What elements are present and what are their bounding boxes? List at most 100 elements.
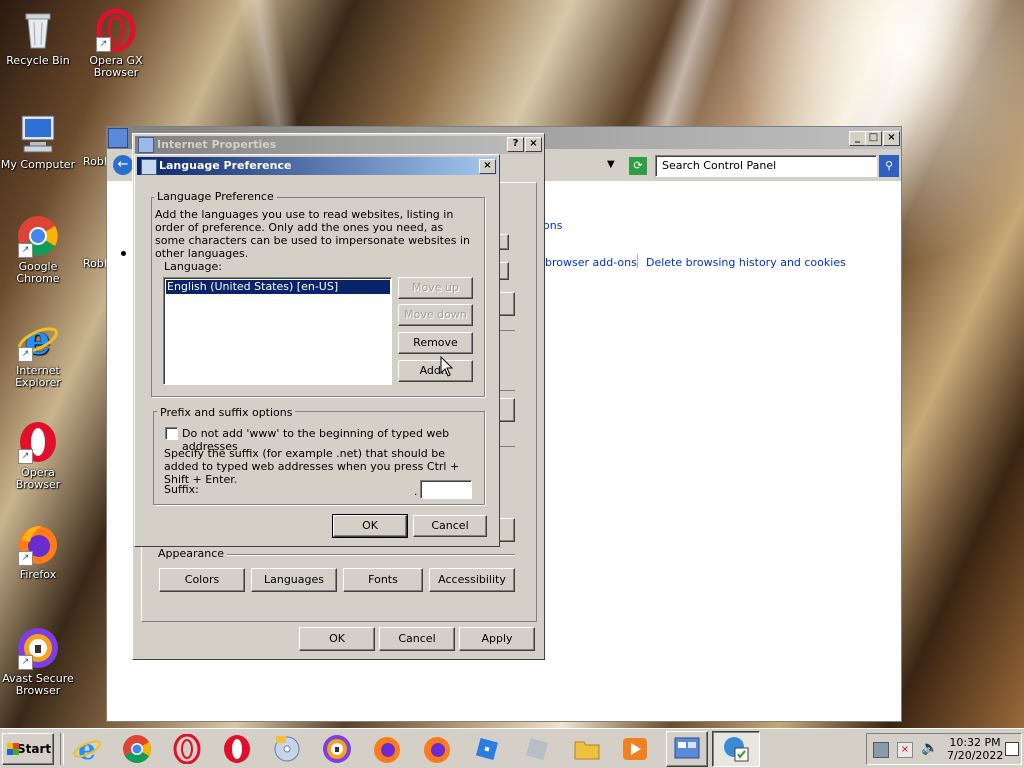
desktop-icon-label: Opera Browser — [15, 466, 61, 491]
desktop-icon-label: Robl — [83, 155, 106, 168]
start-button[interactable]: Start — [2, 733, 54, 765]
desktop-icon-google-chrome[interactable]: ↗ Google Chrome — [0, 214, 78, 285]
close-button[interactable]: × — [525, 137, 542, 152]
folder-icon[interactable] — [572, 734, 602, 764]
media-disc-icon[interactable] — [272, 734, 302, 764]
www-checkbox[interactable] — [165, 427, 178, 440]
internet-explorer-icon: e ↗ — [16, 317, 60, 364]
media-player-icon[interactable] — [620, 734, 650, 764]
firefox-icon[interactable] — [372, 734, 402, 764]
desktop-icon-opera-gx[interactable]: ↗ Opera GX Browser — [76, 8, 156, 79]
language-preference-group-label: Language Preference — [154, 190, 277, 203]
delete-browsing-history-link[interactable]: Delete browsing history and cookies — [646, 256, 846, 269]
taskbar: Start e × 🔈 10:32 PM 7/20/2022 — [0, 728, 1024, 768]
desktop-icon-roblox-studio[interactable]: Robl — [76, 214, 106, 270]
desktop-icon-opera-browser[interactable]: ↗ Opera Browser — [0, 420, 78, 491]
fonts-button[interactable]: Fonts — [343, 568, 423, 592]
shortcut-arrow-icon: ↗ — [18, 655, 33, 670]
firefox-icon[interactable] — [422, 734, 452, 764]
browser-addons-link[interactable]: browser add-ons — [545, 256, 637, 269]
desktop-icon-label: Internet Explorer — [15, 364, 61, 389]
desktop-icon-roblox[interactable]: Robl — [76, 112, 106, 168]
search-control-panel-input[interactable]: Search Control Panel — [655, 155, 877, 177]
roblox-studio-icon[interactable] — [522, 734, 552, 764]
chrome-icon[interactable] — [122, 734, 152, 764]
roblox-icon[interactable] — [472, 734, 502, 764]
language-list-label: Language: — [164, 260, 222, 273]
maximize-button[interactable]: □ — [865, 131, 882, 146]
shortcut-arrow-icon: ↗ — [96, 37, 111, 52]
colors-button[interactable]: Colors — [159, 568, 245, 592]
control-panel-window-icon — [108, 128, 128, 148]
shortcut-arrow-icon: ↗ — [18, 551, 33, 566]
internet-properties-title: Internet Properties — [157, 138, 277, 151]
shortcut-arrow-icon: ↗ — [18, 449, 33, 464]
language-list-item[interactable]: English (United States) [en-US] — [166, 280, 390, 294]
close-button[interactable]: × — [479, 159, 496, 174]
move-up-button[interactable]: Move up — [398, 277, 473, 299]
language-ok-button[interactable]: OK — [332, 514, 408, 538]
back-arrow-icon[interactable]: ← — [113, 155, 133, 175]
network-icon[interactable] — [873, 742, 889, 758]
prefix-suffix-group-label: Prefix and suffix options — [157, 406, 296, 419]
control-panel-taskbar-button[interactable] — [666, 731, 708, 767]
shortcut-arrow-icon: ↗ — [18, 347, 33, 362]
address-dropdown-icon[interactable]: ▼ — [607, 159, 615, 170]
avast-browser-icon[interactable] — [322, 734, 352, 764]
show-desktop-icon[interactable] — [1005, 742, 1019, 756]
clock-date: 7/20/2022 — [947, 749, 1004, 762]
desktop-icon-avast-secure-browser[interactable]: ↗ Avast Secure Browser — [0, 626, 78, 697]
control-panel-icon — [674, 737, 700, 759]
taskbar-separator — [60, 733, 64, 765]
desktop-icon-firefox[interactable]: ↗ Firefox — [0, 522, 78, 581]
partial-link[interactable]: ons — [543, 219, 562, 232]
opera-icon[interactable] — [222, 734, 252, 764]
desktop-icon-label: Firefox — [19, 568, 57, 581]
help-button[interactable]: ? — [507, 137, 524, 152]
internet-options-taskbar-button[interactable] — [712, 731, 760, 767]
firefox-icon: ↗ — [16, 522, 60, 566]
clock[interactable]: 10:32 PM 7/20/2022 — [947, 736, 1003, 762]
close-button[interactable]: × — [883, 131, 900, 146]
language-preference-titlebar: Language Preference — [137, 157, 497, 175]
suffix-label: Suffix: — [164, 483, 199, 496]
accessibility-button[interactable]: Accessibility — [429, 568, 515, 592]
suffix-input[interactable] — [420, 480, 472, 499]
minimize-button[interactable]: _ — [849, 131, 866, 146]
opera-icon: ↗ — [16, 420, 60, 464]
volume-icon[interactable]: 🔈 — [921, 740, 938, 756]
move-down-button[interactable]: Move down — [398, 304, 473, 326]
apply-button[interactable]: Apply — [459, 627, 535, 651]
desktop-icon-label: Robl — [83, 257, 106, 270]
desktop: Recycle Bin ↗ Opera GX Browser My Comput… — [0, 0, 1024, 728]
avast-browser-icon: ↗ — [16, 626, 60, 670]
mouse-cursor-icon — [440, 356, 454, 377]
desktop-icon-label: Google Chrome — [16, 260, 60, 285]
opera-gx-icon[interactable] — [172, 733, 202, 765]
internet-explorer-icon[interactable]: e — [72, 733, 102, 766]
desktop-icon-my-computer[interactable]: My Computer — [0, 112, 78, 171]
add-button[interactable]: Add... — [398, 360, 473, 382]
language-listbox[interactable]: English (United States) [en-US] — [163, 277, 392, 385]
desktop-icon-recycle-bin[interactable]: Recycle Bin — [0, 8, 78, 67]
desktop-icon-internet-explorer[interactable]: e ↗ Internet Explorer — [0, 317, 78, 389]
refresh-icon[interactable]: ⟳ — [629, 157, 647, 175]
language-preference-title: Language Preference — [159, 159, 292, 172]
desktop-icon-label: Recycle Bin — [6, 54, 70, 67]
language-preference-icon — [141, 159, 157, 175]
languages-button[interactable]: Languages — [251, 568, 337, 592]
language-description: Add the languages you use to read websit… — [155, 208, 470, 260]
recycle-bin-icon — [16, 8, 60, 52]
roblox-studio-icon — [76, 214, 106, 258]
clock-time: 10:32 PM — [949, 736, 1001, 749]
action-center-icon[interactable]: × — [897, 742, 913, 758]
language-preference-dialog: Language Preference × Language Preferenc… — [134, 154, 500, 547]
suffix-dot: . — [414, 485, 418, 498]
link-separator — [637, 254, 638, 268]
internet-properties-cancel-button[interactable]: Cancel — [379, 627, 455, 651]
language-cancel-button[interactable]: Cancel — [413, 515, 487, 537]
search-icon[interactable]: ⚲ — [879, 155, 899, 177]
remove-button[interactable]: Remove — [398, 332, 473, 354]
internet-properties-ok-button[interactable]: OK — [299, 627, 375, 651]
desktop-icon-label: Avast Secure Browser — [2, 672, 74, 697]
